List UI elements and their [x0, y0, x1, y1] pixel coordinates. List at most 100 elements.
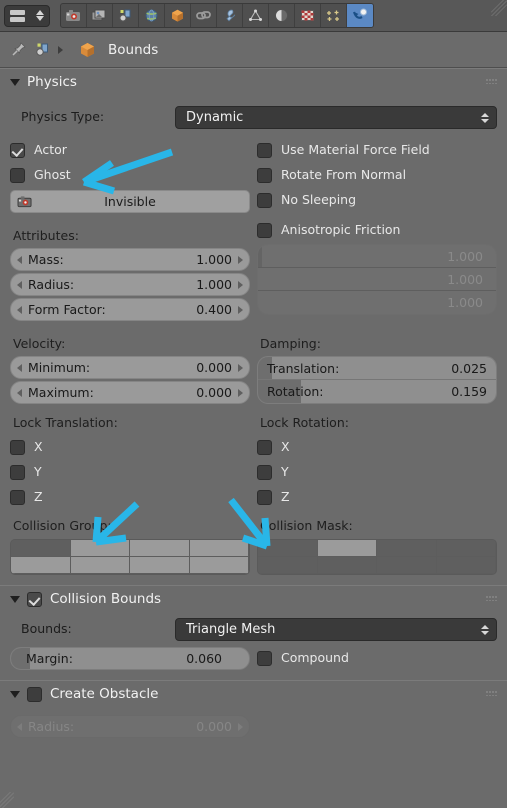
anisotropic-friction-row[interactable]: Anisotropic Friction: [257, 219, 497, 242]
collision-mask-cell[interactable]: [377, 557, 437, 574]
collision-group-cell[interactable]: [189, 540, 249, 557]
create-obstacle-panel-header[interactable]: Create Obstacle: [0, 680, 507, 707]
material-tab[interactable]: [269, 4, 295, 27]
rotate-from-normal-checkbox[interactable]: [257, 168, 272, 183]
bounds-dropdown[interactable]: Triangle Mesh: [175, 618, 497, 641]
use-material-force-field-row[interactable]: Use Material Force Field: [257, 138, 497, 163]
velocity-maximum-label: Maximum:: [28, 385, 94, 400]
ghost-checkbox-row[interactable]: Ghost: [10, 163, 250, 188]
damping-translation-slider[interactable]: Translation: 0.025: [258, 357, 496, 380]
decrement-arrow-icon[interactable]: [17, 305, 22, 314]
panel-grip-icon[interactable]: [486, 596, 497, 602]
constraints-tab[interactable]: [191, 4, 217, 27]
header-corner-grip[interactable]: [491, 0, 507, 16]
create-obstacle-enable-checkbox[interactable]: [27, 686, 42, 702]
collision-group-cell[interactable]: [70, 557, 130, 574]
lock-rotation-x-row[interactable]: X: [257, 435, 497, 460]
decrement-arrow-icon[interactable]: [17, 255, 22, 264]
panel-grip-icon[interactable]: [486, 79, 497, 85]
lock-rotation-x-checkbox[interactable]: [257, 440, 272, 455]
lock-translation-z-row[interactable]: Z: [10, 485, 250, 510]
increment-arrow-icon[interactable]: [238, 255, 243, 264]
collision-group-cell[interactable]: [11, 540, 71, 557]
texture-tab[interactable]: [295, 4, 321, 27]
particles-tab[interactable]: [321, 4, 347, 27]
pin-icon[interactable]: [10, 41, 27, 58]
decrement-arrow-icon[interactable]: [17, 388, 22, 397]
no-sleeping-row[interactable]: No Sleeping: [257, 188, 497, 213]
globe-icon: [145, 9, 158, 22]
collision-group-cell[interactable]: [130, 557, 190, 574]
decrement-arrow-icon[interactable]: [17, 363, 22, 372]
object-data-tab[interactable]: [243, 4, 269, 27]
collision-group-cell[interactable]: [189, 557, 249, 574]
collision-group-cell[interactable]: [130, 540, 190, 557]
anisotropic-friction-checkbox[interactable]: [257, 223, 272, 238]
triangle-down-icon[interactable]: [10, 78, 20, 86]
scene-icon[interactable]: [34, 41, 51, 58]
margin-slider[interactable]: Margin: 0.060: [10, 647, 250, 670]
collision-mask-label: Collision Mask:: [260, 518, 353, 533]
lock-rotation-z-checkbox[interactable]: [257, 490, 272, 505]
collision-mask-cell[interactable]: [436, 557, 496, 574]
physics-tab[interactable]: [347, 4, 373, 27]
panel-corner-grip[interactable]: [0, 792, 16, 808]
lock-rotation-y-checkbox[interactable]: [257, 465, 272, 480]
collision-mask-cell[interactable]: [377, 540, 437, 557]
increment-arrow-icon[interactable]: [238, 388, 243, 397]
increment-arrow-icon[interactable]: [238, 363, 243, 372]
radius-field[interactable]: Radius: 1.000: [10, 273, 250, 296]
lock-translation-x-row[interactable]: X: [10, 435, 250, 460]
ghost-checkbox[interactable]: [10, 168, 25, 183]
compound-checkbox[interactable]: [257, 651, 272, 666]
collision-mask-grid[interactable]: [257, 539, 497, 575]
collision-group-cell[interactable]: [11, 557, 71, 574]
collision-mask-cell[interactable]: [258, 540, 318, 557]
invisible-button[interactable]: Invisible: [10, 190, 250, 213]
triangle-down-icon[interactable]: [10, 690, 20, 698]
lock-translation-z-checkbox[interactable]: [10, 490, 25, 505]
rotate-from-normal-row[interactable]: Rotate From Normal: [257, 163, 497, 188]
collision-bounds-enable-checkbox[interactable]: [27, 591, 42, 607]
collision-mask-cell[interactable]: [317, 557, 377, 574]
properties-tab-bar[interactable]: [60, 3, 374, 28]
velocity-maximum-field[interactable]: Maximum: 0.000: [10, 381, 250, 404]
editor-type-selector[interactable]: [4, 4, 50, 27]
scene-tab[interactable]: [113, 4, 139, 27]
chevron-updown-icon: [481, 624, 489, 635]
collision-mask-cell[interactable]: [317, 540, 377, 557]
decrement-arrow-icon[interactable]: [17, 280, 22, 289]
no-sleeping-checkbox[interactable]: [257, 193, 272, 208]
use-material-force-field-checkbox[interactable]: [257, 143, 272, 158]
increment-arrow-icon[interactable]: [238, 280, 243, 289]
panel-grip-icon[interactable]: [486, 691, 497, 697]
lock-translation-y-checkbox[interactable]: [10, 465, 25, 480]
collision-mask-cell[interactable]: [258, 557, 318, 574]
collision-group-label: Collision Group:: [13, 518, 112, 533]
collision-group-cell[interactable]: [70, 540, 130, 557]
collision-mask-cell[interactable]: [436, 540, 496, 557]
physics-panel-header[interactable]: Physics: [0, 68, 507, 95]
compound-checkbox-row[interactable]: Compound: [257, 647, 497, 670]
triangle-down-icon[interactable]: [10, 595, 20, 603]
object-tab[interactable]: [165, 4, 191, 27]
lock-rotation-y-row[interactable]: Y: [257, 460, 497, 485]
actor-checkbox[interactable]: [10, 143, 25, 158]
damping-rotation-slider[interactable]: Rotation: 0.159: [258, 380, 496, 403]
increment-arrow-icon[interactable]: [238, 305, 243, 314]
world-tab[interactable]: [139, 4, 165, 27]
collision-group-grid[interactable]: [10, 539, 250, 575]
lock-translation-x-checkbox[interactable]: [10, 440, 25, 455]
lock-translation-y-row[interactable]: Y: [10, 460, 250, 485]
actor-checkbox-row[interactable]: Actor: [10, 138, 250, 163]
collision-bounds-panel-header[interactable]: Collision Bounds: [0, 585, 507, 612]
render-layers-tab[interactable]: [87, 4, 113, 27]
create-obstacle-panel: Create Obstacle Radius: 0.000: [0, 680, 507, 750]
form-factor-field[interactable]: Form Factor: 0.400: [10, 298, 250, 321]
mass-field[interactable]: Mass: 1.000: [10, 248, 250, 271]
lock-rotation-z-row[interactable]: Z: [257, 485, 497, 510]
render-tab[interactable]: [61, 4, 87, 27]
modifiers-tab[interactable]: [217, 4, 243, 27]
velocity-minimum-field[interactable]: Minimum: 0.000: [10, 356, 250, 379]
physics-type-dropdown[interactable]: Dynamic: [175, 106, 497, 129]
